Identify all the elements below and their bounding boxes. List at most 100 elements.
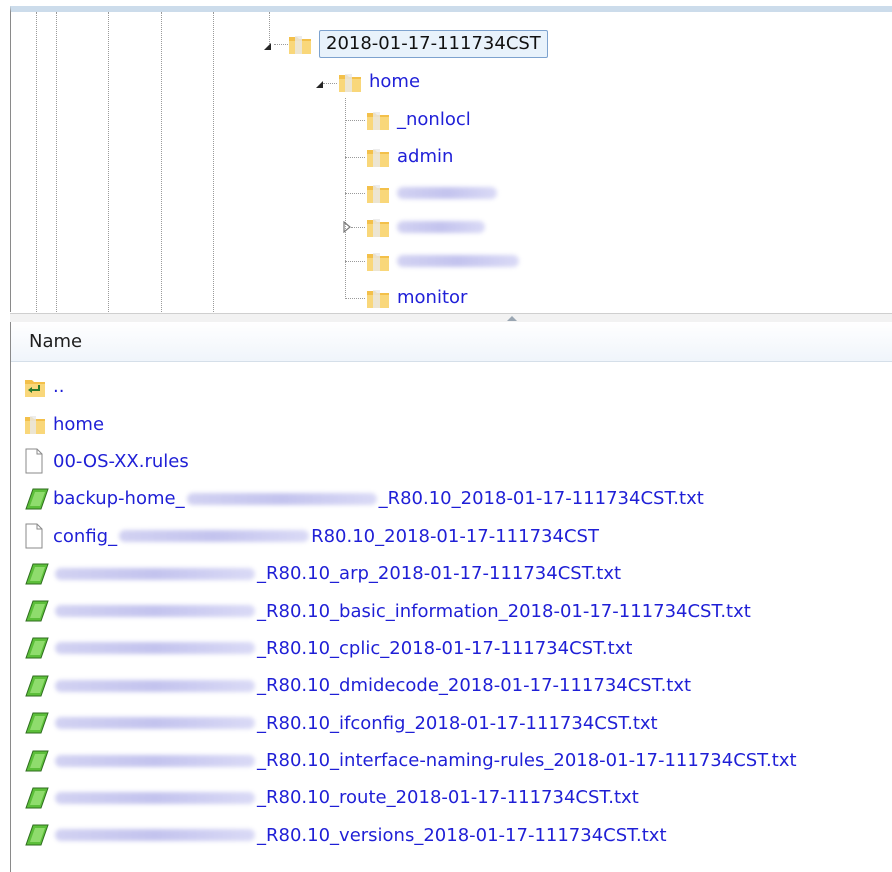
file-name: _R80.10_interface-naming-rules_2018-01-1… (53, 750, 797, 771)
file-name: backup-home_ _R80.10_2018-01-17-111734CS… (53, 488, 704, 509)
expanded-triangle-icon[interactable] (313, 78, 325, 90)
text-file-icon (23, 635, 53, 661)
file-row[interactable]: _R80.10_dmidecode_2018-01-17-111734CST.t… (11, 667, 892, 704)
file-row-parent[interactable]: .. (11, 368, 892, 405)
folder-icon (339, 74, 361, 92)
tree-connector (345, 298, 365, 299)
parent-folder-icon (23, 374, 53, 400)
text-file-icon (23, 673, 53, 699)
file-manager-window: 2018-01-17-111734CST home _nonlocl admin (0, 0, 892, 872)
file-name: config_ R80.10_2018-01-17-111734CST (53, 526, 599, 547)
file-name-suffix: _R80.10_ifconfig_2018-01-17-111734CST.tx… (257, 712, 658, 734)
tree-node-nonlocl[interactable]: _nonlocl (365, 105, 471, 135)
file-name: _R80.10_basic_information_2018-01-17-111… (53, 601, 751, 622)
blank-file-icon (23, 523, 53, 549)
redacted-label (397, 187, 497, 199)
folder-icon (289, 36, 311, 54)
tree-node-label: _nonlocl (397, 109, 471, 130)
redacted-text (55, 829, 255, 842)
tree-node-root[interactable]: 2018-01-17-111734CST (287, 29, 548, 59)
file-name-prefix: config_ (53, 525, 118, 547)
file-name-suffix: _R80.10_interface-naming-rules_2018-01-1… (257, 750, 797, 772)
redacted-text (55, 717, 255, 730)
tree-connector (345, 193, 365, 194)
file-list-pane[interactable]: Name .. home 00-OS-XX.rules backup-home_… (10, 322, 892, 872)
redacted-text (55, 642, 255, 655)
file-row[interactable]: _R80.10_ifconfig_2018-01-17-111734CST.tx… (11, 705, 892, 742)
file-name-suffix: _R80.10_dmidecode_2018-01-17-111734CST.t… (257, 675, 692, 697)
tree-node-monitor[interactable]: monitor (365, 283, 467, 312)
tree-connector (323, 83, 337, 84)
sort-ascending-icon (507, 316, 517, 321)
folder-icon (367, 219, 389, 237)
file-name-suffix: _R80.10_basic_information_2018-01-17-111… (257, 600, 751, 622)
tree-connector (351, 227, 365, 228)
tree-guide-line (213, 12, 214, 312)
text-file-icon (23, 710, 53, 736)
blank-file-icon (23, 448, 53, 474)
text-file-icon (23, 785, 53, 811)
file-row[interactable]: _R80.10_versions_2018-01-17-111734CST.tx… (11, 817, 892, 854)
redacted-text (55, 679, 255, 692)
file-name: home (53, 413, 105, 435)
tree-node-home[interactable]: home (337, 67, 420, 97)
file-name-suffix: _R80.10_arp_2018-01-17-111734CST.txt (257, 563, 622, 585)
file-name: .. (53, 376, 65, 398)
redacted-label (397, 255, 519, 267)
folder-icon (23, 411, 53, 437)
file-row[interactable]: _R80.10_route_2018-01-17-111734CST.txt (11, 779, 892, 816)
folder-icon (367, 149, 389, 167)
redacted-text (55, 791, 255, 804)
tree-node-redacted[interactable] (365, 246, 519, 276)
tree-guide-line (36, 12, 37, 312)
tree-node-label: 2018-01-17-111734CST (319, 30, 548, 58)
file-row[interactable]: backup-home_ _R80.10_2018-01-17-111734CS… (11, 480, 892, 517)
file-row[interactable]: 00-OS-XX.rules (11, 443, 892, 480)
folder-icon (367, 112, 389, 130)
folder-icon (367, 185, 389, 203)
file-name: _R80.10_arp_2018-01-17-111734CST.txt (53, 563, 621, 584)
redacted-text (55, 754, 255, 767)
file-name: _R80.10_route_2018-01-17-111734CST.txt (53, 787, 639, 808)
file-name: _R80.10_ifconfig_2018-01-17-111734CST.tx… (53, 713, 658, 734)
redacted-text (186, 492, 377, 505)
collapsed-triangle-icon[interactable] (341, 221, 353, 233)
redacted-text (55, 605, 255, 618)
file-row[interactable]: _R80.10_arp_2018-01-17-111734CST.txt (11, 555, 892, 592)
tree-guide-line (108, 12, 109, 312)
file-row[interactable]: _R80.10_basic_information_2018-01-17-111… (11, 592, 892, 629)
text-file-icon (23, 822, 53, 848)
tree-connector (345, 120, 365, 121)
file-name-suffix: _R80.10_versions_2018-01-17-111734CST.tx… (257, 824, 667, 846)
file-name-suffix: R80.10_2018-01-17-111734CST (311, 525, 599, 547)
tree-guide-line (56, 12, 57, 312)
tree-guide-line (161, 12, 162, 312)
tree-node-redacted[interactable] (365, 212, 485, 242)
redacted-text (119, 530, 310, 543)
file-name-prefix: backup-home_ (53, 488, 185, 510)
file-name-suffix: _R80.10_cplic_2018-01-17-111734CST.txt (257, 637, 633, 659)
file-row[interactable]: _R80.10_interface-naming-rules_2018-01-1… (11, 742, 892, 779)
tree-node-admin[interactable]: admin (365, 142, 453, 172)
file-row-folder[interactable]: home (11, 405, 892, 442)
tree-node-label: home (369, 71, 421, 92)
column-header-label: Name (29, 331, 83, 352)
file-name-suffix: _R80.10_route_2018-01-17-111734CST.txt (257, 787, 639, 809)
expanded-triangle-icon[interactable] (261, 40, 273, 52)
pane-splitter[interactable] (10, 313, 892, 322)
file-list: .. home 00-OS-XX.rules backup-home_ _R80… (11, 368, 892, 854)
tree-connector (345, 157, 365, 158)
redacted-text (55, 567, 255, 580)
redacted-label (397, 221, 485, 233)
folder-icon (367, 290, 389, 308)
tree-node-redacted[interactable] (365, 178, 497, 208)
tree-connector (345, 261, 365, 262)
folder-icon (367, 253, 389, 271)
column-header-name[interactable]: Name (11, 322, 892, 362)
folder-tree-pane[interactable]: 2018-01-17-111734CST home _nonlocl admin (10, 6, 892, 312)
file-row[interactable]: config_ R80.10_2018-01-17-111734CST (11, 518, 892, 555)
text-file-icon (23, 598, 53, 624)
file-name: _R80.10_cplic_2018-01-17-111734CST.txt (53, 638, 632, 659)
file-name: _R80.10_dmidecode_2018-01-17-111734CST.t… (53, 675, 691, 696)
file-row[interactable]: _R80.10_cplic_2018-01-17-111734CST.txt (11, 630, 892, 667)
